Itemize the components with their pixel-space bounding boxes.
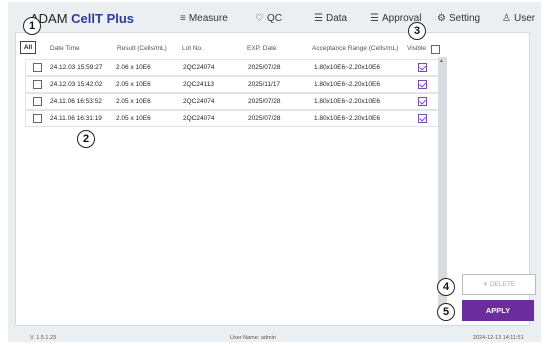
apply-button[interactable]: APPLY xyxy=(462,300,534,321)
visible-all-checkbox[interactable] xyxy=(431,45,440,54)
nav-user[interactable]: ♙ User xyxy=(502,13,535,24)
cell-datetime: 24.11.06 16:53:52 xyxy=(50,98,102,105)
column-header-acceptance-range: Acceptance Range (Cells/mL) xyxy=(312,45,399,52)
row-select-checkbox[interactable] xyxy=(33,114,42,123)
visible-checkbox[interactable] xyxy=(418,97,427,106)
nav-measure[interactable]: ≡ Measure xyxy=(180,13,228,24)
row-select-checkbox[interactable] xyxy=(33,80,42,89)
column-header-lot: Lot No. xyxy=(182,45,203,52)
column-header-visible: Visible xyxy=(407,45,427,52)
table-row[interactable]: 24.12.03 15:42:02 2.05 x 10E6 2QC24113 2… xyxy=(25,76,440,93)
cell-lot: 2QC24074 xyxy=(183,115,215,122)
cell-acceptance-range: 1.80x10E6~2.20x10E6 xyxy=(314,81,380,88)
table-row[interactable]: 24.12.03 15:59:27 2.06 x 10E6 2QC24074 2… xyxy=(25,59,440,76)
column-header-result: Result (Cells/mL) xyxy=(117,45,167,52)
cell-datetime: 24.11.06 16:31:19 xyxy=(50,115,102,122)
user-name-label: User Name: admin xyxy=(230,335,276,341)
callout-5: 5 xyxy=(437,303,455,321)
row-select-checkbox[interactable] xyxy=(33,63,42,72)
cell-lot: 2QC24074 xyxy=(183,98,215,105)
callout-3: 3 xyxy=(408,22,426,40)
callout-4: 4 xyxy=(437,278,455,296)
cell-lot: 2QC24074 xyxy=(183,64,215,71)
scroll-up-arrow-icon[interactable]: ▲ xyxy=(439,58,444,64)
table-row[interactable]: 24.11.06 16:31:19 2.05 x 10E6 2QC24074 2… xyxy=(25,110,440,127)
table-row[interactable]: 24.11.06 16:53:52 2.05 x 10E6 2QC24074 2… xyxy=(25,93,440,110)
nav-data[interactable]: ☰ Data xyxy=(314,13,347,24)
callout-2: 2 xyxy=(77,130,95,148)
row-select-checkbox[interactable] xyxy=(33,97,42,106)
version-label: V. 1.5.1.23 xyxy=(30,335,57,341)
cell-lot: 2QC24113 xyxy=(183,81,214,88)
select-all-button[interactable]: All xyxy=(20,41,36,54)
list-icon: ☰ xyxy=(314,13,323,24)
cell-exp-date: 2025/07/28 xyxy=(248,64,281,71)
cell-exp-date: 2025/07/28 xyxy=(248,115,281,122)
cell-acceptance-range: 1.80x10E6~2.20x10E6 xyxy=(314,115,380,122)
cell-acceptance-range: 1.80x10E6~2.20x10E6 xyxy=(314,98,380,105)
column-header-datetime: Date Time xyxy=(50,45,80,52)
cell-result: 2.05 x 10E6 xyxy=(116,98,151,105)
scrollbar[interactable]: ▲ xyxy=(438,57,447,307)
user-icon: ♙ xyxy=(502,13,511,24)
delete-button[interactable]: ✕ DELETE xyxy=(462,274,536,295)
nav-qc[interactable]: ♡ QC xyxy=(255,13,282,24)
top-navigation-bar: ADAM CellT Plus ≡ Measure ♡ QC ☰ Data ☰ Appr… xyxy=(8,2,541,32)
cell-acceptance-range: 1.80x10E6~2.20x10E6 xyxy=(314,64,380,71)
app-logo: ADAM CellT Plus xyxy=(30,11,135,26)
approval-icon: ☰ xyxy=(370,13,379,24)
cell-datetime: 24.12.03 15:42:02 xyxy=(50,81,103,88)
callout-1: 1 xyxy=(23,17,41,35)
timestamp-label: 2024-12-13 14:11:51 xyxy=(473,335,524,341)
cell-exp-date: 2025/11/17 xyxy=(248,81,281,88)
cell-exp-date: 2025/07/28 xyxy=(248,98,281,105)
cell-result: 2.05 x 10E6 xyxy=(116,115,151,122)
column-header-exp-date: EXP. Date xyxy=(247,45,277,52)
cell-result: 2.06 x 10E6 xyxy=(116,64,151,71)
gear-icon: ⚙ xyxy=(437,13,446,24)
visible-checkbox[interactable] xyxy=(418,80,427,89)
visible-checkbox[interactable] xyxy=(418,114,427,123)
list-icon: ≡ xyxy=(180,13,186,24)
visible-checkbox[interactable] xyxy=(418,63,427,72)
cell-result: 2.05 x 10E6 xyxy=(116,81,151,88)
shield-icon: ♡ xyxy=(255,13,264,24)
nav-setting[interactable]: ⚙ Setting xyxy=(437,13,480,24)
cell-datetime: 24.12.03 15:59:27 xyxy=(50,64,103,71)
